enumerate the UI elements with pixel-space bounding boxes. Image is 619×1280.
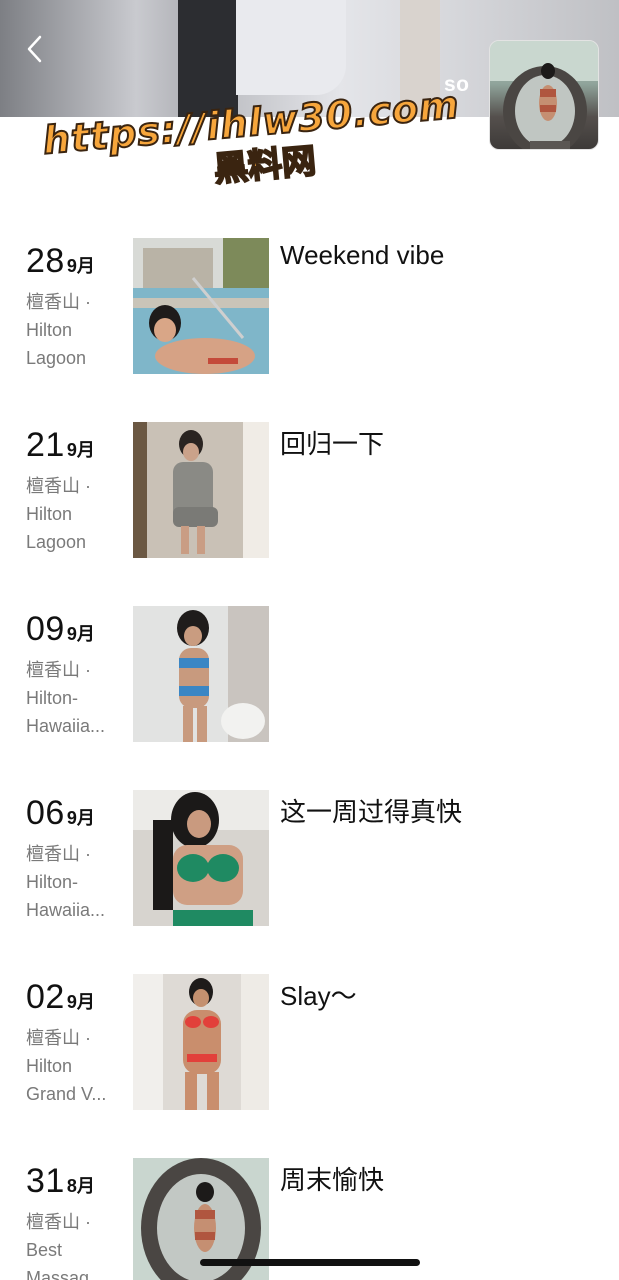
post-location: 檀香山 · Hilton Lagoon	[26, 472, 124, 556]
post-caption: Slay～	[280, 981, 357, 1011]
post-day: 31	[26, 1162, 65, 1200]
location-line: 檀香山 ·	[26, 476, 91, 496]
location-line: Hawaiia...	[26, 716, 106, 736]
location-line: Lagoon	[26, 348, 87, 368]
post-date: 28 9月	[26, 242, 95, 281]
post-day: 28	[26, 242, 65, 280]
location-line: 檀香山 ·	[26, 660, 91, 680]
post-day: 02	[26, 978, 65, 1016]
post-caption: Weekend vibe	[280, 240, 445, 270]
post-date: 02 9月	[26, 978, 95, 1017]
location-line: 檀香山 ·	[26, 844, 91, 864]
post-day: 09	[26, 610, 65, 648]
post-item[interactable]: 21 9月 檀香山 · Hilton Lagoon 回归一下	[0, 422, 619, 572]
location-line: 檀香山 ·	[26, 1212, 91, 1232]
post-day: 06	[26, 794, 65, 832]
post-day: 21	[26, 426, 65, 464]
location-line: Hilton	[26, 504, 73, 524]
post-date: 21 9月	[26, 426, 95, 465]
profile-name: so	[444, 73, 470, 96]
post-date: 09 9月	[26, 610, 95, 649]
post-item[interactable]: 06 9月 檀香山 · Hilton- Hawaiia... 这一周过得真快	[0, 790, 619, 940]
post-month: 9月	[66, 440, 95, 460]
post-location: 檀香山 · Hilton Lagoon	[26, 288, 124, 372]
post-month: 8月	[66, 1176, 95, 1196]
location-line: 檀香山 ·	[26, 292, 91, 312]
post-caption: 这一周过得真快	[280, 797, 463, 827]
location-line: Hilton-	[26, 688, 79, 708]
post-date: 31 8月	[26, 1162, 95, 1201]
post-location: 檀香山 · Hilton- Hawaiia...	[26, 656, 124, 740]
post-thumbnail[interactable]	[133, 790, 269, 926]
location-line: Grand V...	[26, 1084, 107, 1104]
post-month: 9月	[66, 624, 95, 644]
post-item[interactable]: 02 9月 檀香山 · Hilton Grand V... Slay～	[0, 974, 619, 1124]
watermark-site: 黑料网	[211, 140, 318, 191]
post-month: 9月	[66, 808, 95, 828]
post-thumbnail[interactable]	[133, 238, 269, 374]
post-month: 9月	[66, 992, 95, 1012]
post-caption: 周末愉快	[280, 1165, 385, 1195]
location-line: Lagoon	[26, 532, 87, 552]
post-date: 06 9月	[26, 794, 95, 833]
location-line: Hilton	[26, 1056, 73, 1076]
location-line: Hawaiia...	[26, 900, 106, 920]
post-thumbnail[interactable]	[133, 606, 269, 742]
post-item[interactable]: 28 9月 檀香山 · Hilton Lagoon Weekend vibe	[0, 238, 619, 388]
post-thumbnail[interactable]	[133, 974, 269, 1110]
location-line: Hilton-	[26, 872, 79, 892]
location-line: 檀香山 ·	[26, 1028, 91, 1048]
post-caption: 回归一下	[280, 429, 385, 459]
location-line: Best	[26, 1240, 63, 1260]
post-location: 檀香山 · Best Massag...	[26, 1208, 124, 1280]
back-button[interactable]	[22, 34, 48, 64]
chevron-left-icon	[27, 35, 42, 63]
post-thumbnail[interactable]	[133, 422, 269, 558]
post-month: 9月	[66, 256, 95, 276]
location-line: Hilton	[26, 320, 73, 340]
post-location: 檀香山 · Hilton Grand V...	[26, 1024, 124, 1108]
home-indicator[interactable]	[200, 1259, 420, 1266]
post-item[interactable]: 09 9月 檀香山 · Hilton- Hawaiia...	[0, 606, 619, 756]
moments-page: so https://ihlw30.com 黑料网 28 9月 檀香山 · Hil…	[0, 0, 619, 1280]
avatar[interactable]	[489, 40, 599, 150]
location-line: Massag...	[26, 1268, 105, 1280]
post-location: 檀香山 · Hilton- Hawaiia...	[26, 840, 124, 924]
